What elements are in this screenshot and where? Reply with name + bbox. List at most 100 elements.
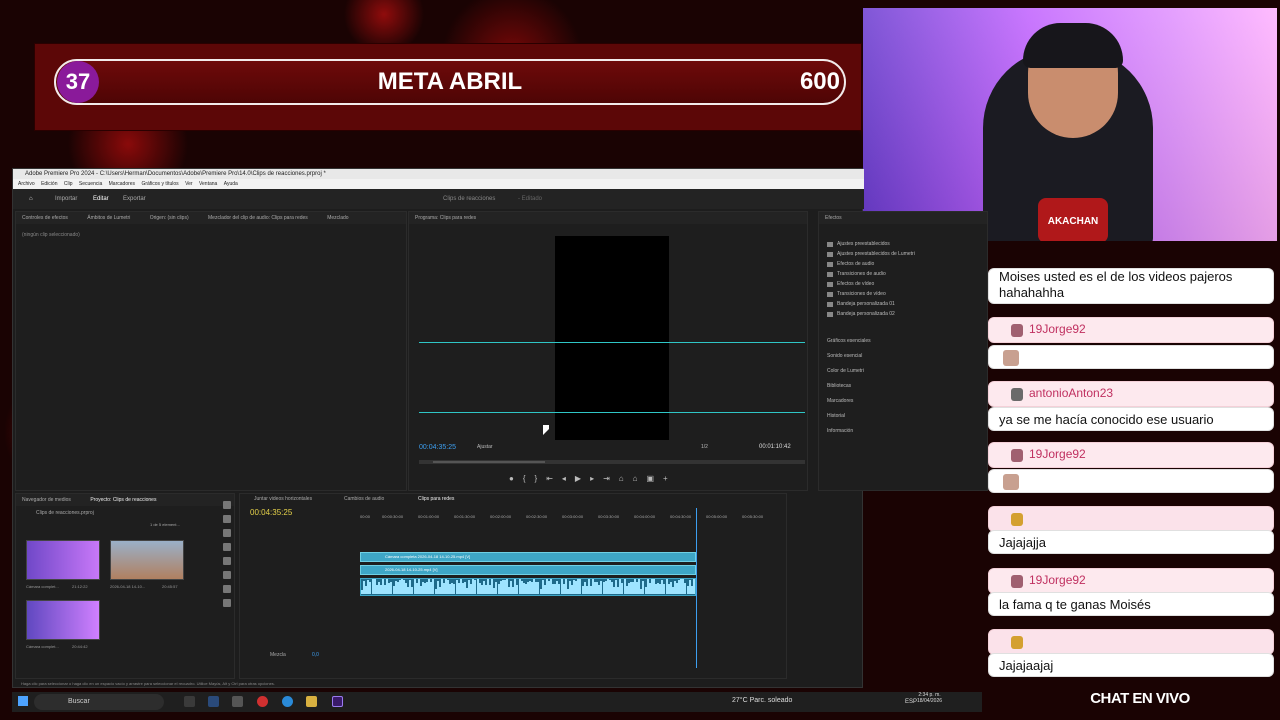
menu-item[interactable]: Archivo <box>18 181 35 187</box>
step-back-icon[interactable]: ◂ <box>562 474 575 483</box>
chrome-icon[interactable] <box>257 696 268 707</box>
menu-item[interactable]: Ventana <box>199 181 217 187</box>
taskbar-search[interactable]: Buscar <box>34 694 164 710</box>
razor-icon[interactable] <box>223 543 231 551</box>
windows-start-icon[interactable] <box>18 696 28 706</box>
chat-username-row: 19Jorge92 <box>988 568 1274 594</box>
tab-media-browser[interactable]: Navegador de medios <box>22 497 71 503</box>
panel-link[interactable]: Historial <box>827 413 845 419</box>
program-monitor: Programa: Clips para redes 00:04:35:25 A… <box>408 211 808 491</box>
video-clip[interactable]: Cámara completa 2026-04-18 14-10-25.mp4 … <box>360 552 696 562</box>
home-icon[interactable]: ⌂ <box>29 189 33 209</box>
tab-lumetri-scopes[interactable]: Ámbitos de Lumetri <box>87 215 130 221</box>
pen-icon[interactable] <box>223 571 231 579</box>
playhead[interactable] <box>696 508 697 668</box>
resolution-select[interactable]: 1/2 <box>701 444 708 450</box>
menu-item[interactable]: Clip <box>64 181 73 187</box>
panel-link[interactable]: Color de Lumetri <box>827 368 864 374</box>
in-point-icon[interactable]: { <box>523 474 535 483</box>
effects-item[interactable]: Ajustes preestablecidos <box>837 241 890 247</box>
effects-item[interactable]: Bandeja personalizada 01 <box>837 301 895 307</box>
premiere-icon[interactable] <box>332 696 343 707</box>
clip-duration: 21:12:22 <box>72 584 88 589</box>
program-timecode[interactable]: 00:04:35:25 <box>419 444 456 451</box>
extract-icon[interactable]: ⌂ <box>633 474 647 483</box>
tab-mixer[interactable]: Mezclado <box>327 215 348 221</box>
ruler-tick: 00:02:30:00 <box>526 514 548 519</box>
slip-icon[interactable] <box>223 557 231 565</box>
menu-bar: Archivo Edición Clip Secuencia Marcadore… <box>13 179 864 189</box>
menu-item[interactable]: Ver <box>185 181 193 187</box>
panel-link[interactable]: Gráficos esenciales <box>827 338 871 344</box>
ripple-edit-icon[interactable] <box>223 529 231 537</box>
play-icon[interactable]: ▶ <box>575 474 590 483</box>
sticker-icon <box>1003 474 1019 490</box>
effects-item[interactable]: Efectos de vídeo <box>837 281 874 287</box>
panel-link[interactable]: Información <box>827 428 853 434</box>
folder-icon <box>827 262 833 267</box>
tab-import[interactable]: Importar <box>55 189 77 209</box>
tab-edit[interactable]: Editar <box>93 189 109 209</box>
type-icon[interactable] <box>223 599 231 607</box>
clock[interactable]: 2:34 p. m. 18/04/2026 <box>917 692 942 704</box>
chat-message: ya se me hacía conocido ese usuario <box>988 407 1274 431</box>
sequence-tab[interactable]: Cambios de audio <box>344 496 384 502</box>
panel-link[interactable]: Sonido esencial <box>827 353 862 359</box>
clip-thumbnail[interactable] <box>26 540 100 580</box>
menu-item[interactable]: Ayuda <box>224 181 238 187</box>
time-ruler[interactable]: 00:00 00:00:30:00 00:01:00:00 00:01:30:0… <box>360 514 778 522</box>
panel-link[interactable]: Bibliotecas <box>827 383 851 389</box>
effect-controls-panel: Controles de efectos Ámbitos de Lumetri … <box>15 211 407 491</box>
tab-audio-clip-mixer[interactable]: Mezclador del clip de audio: Clips para … <box>208 215 308 221</box>
clock-date: 18/04/2026 <box>917 698 943 704</box>
file-explorer-icon[interactable] <box>306 696 317 707</box>
scrub-bar[interactable] <box>419 460 805 464</box>
chat-message <box>988 469 1274 493</box>
chat-username: 19Jorge92 <box>1029 447 1086 461</box>
timeline-timecode[interactable]: 00:04:35:25 <box>250 508 292 517</box>
sequence-tab[interactable]: Clips para redes <box>418 496 454 502</box>
clip-thumbnail[interactable] <box>110 540 184 580</box>
effects-item[interactable]: Transiciones de audio <box>837 271 886 277</box>
tab-project[interactable]: Proyecto: Clips de reacciones <box>90 497 156 503</box>
weather-widget[interactable]: 27°C Parc. soleado <box>732 697 792 704</box>
menu-item[interactable]: Secuencia <box>79 181 102 187</box>
menu-item[interactable]: Gráficos y títulos <box>141 181 178 187</box>
chat-username: 19Jorge92 <box>1029 322 1086 336</box>
effects-item[interactable]: Bandeja personalizada 02 <box>837 311 895 317</box>
go-to-out-icon[interactable]: ⇥ <box>603 474 619 483</box>
mix-value[interactable]: 0,0 <box>312 652 319 658</box>
photoshop-icon[interactable] <box>208 696 219 707</box>
menu-item[interactable]: Edición <box>41 181 57 187</box>
app-icon[interactable] <box>232 696 243 707</box>
project-state: - Editado <box>518 196 543 202</box>
step-forward-icon[interactable]: ▸ <box>590 474 603 483</box>
track-select-icon[interactable] <box>223 515 231 523</box>
audio-clip[interactable] <box>360 578 696 596</box>
effects-item[interactable]: Ajustes preestablecidos de Lumetri <box>837 251 915 257</box>
tab-effect-controls[interactable]: Controles de efectos <box>22 215 68 221</box>
effects-item[interactable]: Transiciones de vídeo <box>837 291 886 297</box>
hand-icon[interactable] <box>223 585 231 593</box>
chat-message: la fama q te ganas Moisés <box>988 592 1274 616</box>
clip-thumbnail[interactable] <box>26 600 100 640</box>
task-view-icon[interactable] <box>184 696 195 707</box>
sequence-tab[interactable]: Juntar videos horizontales <box>254 496 312 502</box>
plus-icon[interactable]: + <box>663 474 677 483</box>
out-point-icon[interactable]: } <box>535 474 547 483</box>
marker-icon[interactable]: ● <box>509 474 523 483</box>
video-clip[interactable]: 2026-04-18 14-10-25.mp4 [V] <box>360 565 696 575</box>
go-to-in-icon[interactable]: ⇤ <box>546 474 562 483</box>
selection-tool-icon[interactable] <box>223 501 231 509</box>
lift-icon[interactable]: ⌂ <box>619 474 633 483</box>
effects-item[interactable]: Efectos de audio <box>837 261 874 267</box>
tab-export[interactable]: Exportar <box>123 189 146 209</box>
tab-source[interactable]: Origen: (sin clips) <box>150 215 189 221</box>
camera-icon[interactable]: ▣ <box>646 474 663 483</box>
menu-item[interactable]: Marcadores <box>109 181 135 187</box>
panel-link[interactable]: Marcadores <box>827 398 853 404</box>
goal-title: META ABRIL <box>377 68 523 95</box>
language-indicator[interactable]: ESP <box>905 699 917 705</box>
fit-select[interactable]: Ajustar <box>477 444 493 450</box>
edge-icon[interactable] <box>282 696 293 707</box>
